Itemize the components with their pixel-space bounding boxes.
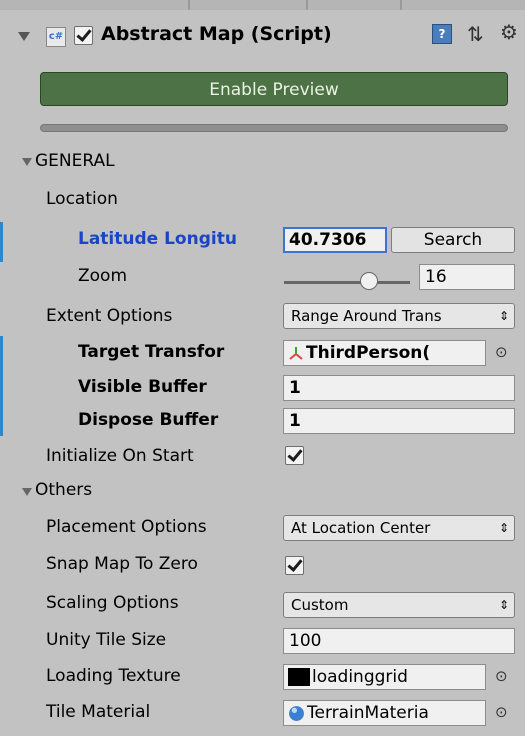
scaling-options-value: Custom xyxy=(291,596,349,614)
top-strip-segment xyxy=(306,0,402,10)
dropdown-arrow-icon: ⇕ xyxy=(498,521,509,535)
help-icon[interactable]: ? xyxy=(432,24,452,44)
progress-bar xyxy=(40,124,508,132)
object-picker-icon[interactable]: ⊙ xyxy=(495,703,508,721)
zoom-slider-track[interactable] xyxy=(284,281,410,284)
tile-material-label: Tile Material xyxy=(46,702,151,722)
visible-buffer-input[interactable]: 1 xyxy=(283,375,515,401)
extent-options-dropdown[interactable]: Range Around Trans ⇕ xyxy=(283,303,515,329)
location-label: Location xyxy=(46,189,118,209)
target-transform-field[interactable]: ThirdPerson( xyxy=(283,340,486,366)
object-picker-icon[interactable]: ⊙ xyxy=(495,343,508,361)
placement-options-label: Placement Options xyxy=(46,517,207,537)
loading-texture-label: Loading Texture xyxy=(46,666,181,686)
foldout-arrow-icon[interactable] xyxy=(18,32,30,41)
tile-material-field[interactable]: TerrainMateria xyxy=(283,700,486,726)
material-sphere-icon xyxy=(289,705,304,721)
dropdown-arrow-icon: ⇕ xyxy=(498,598,509,612)
target-transform-value: ThirdPerson( xyxy=(306,343,431,363)
dropdown-arrow-icon: ⇕ xyxy=(498,309,509,323)
others-section-label[interactable]: Others xyxy=(35,480,92,500)
general-section-label[interactable]: GENERAL xyxy=(35,151,115,171)
scaling-options-label: Scaling Options xyxy=(46,593,179,613)
general-foldout-icon[interactable] xyxy=(22,158,32,166)
zoom-slider-thumb[interactable] xyxy=(360,272,378,290)
placement-options-dropdown[interactable]: At Location Center ⇕ xyxy=(283,515,515,541)
search-button[interactable]: Search xyxy=(391,227,515,253)
object-picker-icon[interactable]: ⊙ xyxy=(495,667,508,685)
snap-map-to-zero-label: Snap Map To Zero xyxy=(46,554,198,574)
unity-tile-size-label: Unity Tile Size xyxy=(46,630,167,650)
component-title: Abstract Map (Script) xyxy=(101,23,332,45)
loading-texture-field[interactable]: loadinggrid xyxy=(283,664,486,690)
visible-buffer-label: Visible Buffer xyxy=(78,377,207,397)
target-transform-label: Target Transfor xyxy=(78,342,225,362)
top-strip-segment xyxy=(0,0,190,10)
dispose-buffer-input[interactable]: 1 xyxy=(283,408,515,434)
extent-options-value: Range Around Trans xyxy=(291,307,442,325)
component-header[interactable]: c# Abstract Map (Script) ? ⇅ ⚙ xyxy=(0,14,525,54)
others-foldout-icon[interactable] xyxy=(22,488,32,496)
zoom-label: Zoom xyxy=(78,266,128,286)
modified-indicator xyxy=(0,336,3,436)
scaling-options-dropdown[interactable]: Custom ⇕ xyxy=(283,592,515,618)
dispose-buffer-label: Dispose Buffer xyxy=(78,410,219,430)
modified-indicator xyxy=(0,222,3,262)
snap-map-to-zero-checkbox[interactable] xyxy=(285,556,304,575)
latlon-input[interactable]: 40.7306 xyxy=(283,227,387,253)
gear-icon[interactable]: ⚙ xyxy=(500,20,518,44)
zoom-input[interactable]: 16 xyxy=(419,264,515,290)
initialize-on-start-checkbox[interactable] xyxy=(285,446,304,465)
top-strip xyxy=(0,0,525,10)
transform-icon xyxy=(289,347,303,360)
top-strip-segment xyxy=(188,0,308,10)
initialize-on-start-label: Initialize On Start xyxy=(46,446,194,466)
texture-thumbnail-icon xyxy=(288,668,310,686)
tile-material-value: TerrainMateria xyxy=(307,703,429,723)
extent-options-label: Extent Options xyxy=(46,306,173,326)
unity-tile-size-input[interactable]: 100 xyxy=(283,628,515,654)
placement-options-value: At Location Center xyxy=(291,519,431,537)
latlon-label: Latitude Longitu xyxy=(78,229,237,249)
component-enabled-checkbox[interactable] xyxy=(74,26,93,45)
script-icon: c# xyxy=(46,27,66,47)
loading-texture-value: loadinggrid xyxy=(312,667,408,687)
enable-preview-button[interactable]: Enable Preview xyxy=(40,72,508,106)
presets-icon[interactable]: ⇅ xyxy=(467,22,484,46)
